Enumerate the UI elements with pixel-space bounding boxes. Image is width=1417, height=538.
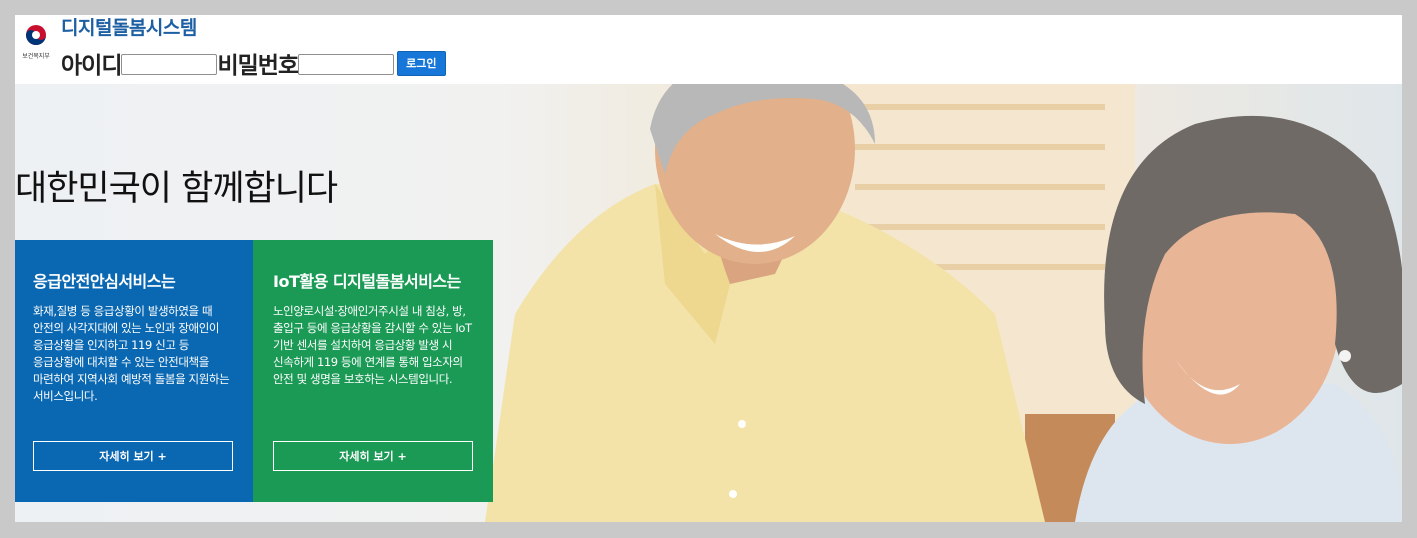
password-label: 비밀번호 (217, 53, 299, 79)
emergency-safety-card: 응급안전안심서비스는 화재,질병 등 응급상황이 발생하였을 때 안전의 사각지… (15, 240, 253, 502)
page-frame: 보건복지부 디지털돌봄시스템 아이디 비밀번호 로그인 대한민국이 함께합니다 … (15, 15, 1402, 522)
hero-banner: 대한민국이 함께합니다 응급안전안심서비스는 화재,질병 등 응급상황이 발생하… (15, 84, 1402, 522)
ministry-logo[interactable]: 보건복지부 (19, 21, 53, 65)
emergency-card-description: 화재,질병 등 응급상황이 발생하였을 때 안전의 사각지대에 있는 노인과 장… (33, 304, 230, 403)
password-input[interactable] (298, 53, 395, 75)
id-input[interactable] (121, 53, 218, 75)
korea-government-emblem-icon (26, 25, 46, 45)
id-label: 아이디 (61, 53, 122, 79)
login-form: 아이디 비밀번호 로그인 (61, 49, 446, 79)
org-name: 보건복지부 (22, 53, 50, 60)
iot-card-description: 노인양로시설·장애인거주시설 내 침상, 방, 출입구 등에 응급상황을 감시할… (273, 304, 472, 386)
system-title[interactable]: 디지털돌봄시스템 (61, 15, 197, 40)
iot-care-card: IoT활용 디지털돌봄서비스는 노인양로시설·장애인거주시설 내 침상, 방, … (253, 240, 493, 502)
iot-card-title: IoT활용 디지털돌봄서비스는 (273, 272, 461, 291)
iot-details-button[interactable]: 자세히 보기 + (273, 441, 473, 471)
emergency-details-button[interactable]: 자세히 보기 + (33, 441, 233, 471)
login-button[interactable]: 로그인 (397, 50, 446, 76)
emergency-card-title: 응급안전안심서비스는 (33, 272, 176, 291)
site-header: 보건복지부 디지털돌봄시스템 아이디 비밀번호 로그인 (15, 15, 1402, 84)
hero-headline: 대한민국이 함께합니다 (15, 169, 338, 209)
